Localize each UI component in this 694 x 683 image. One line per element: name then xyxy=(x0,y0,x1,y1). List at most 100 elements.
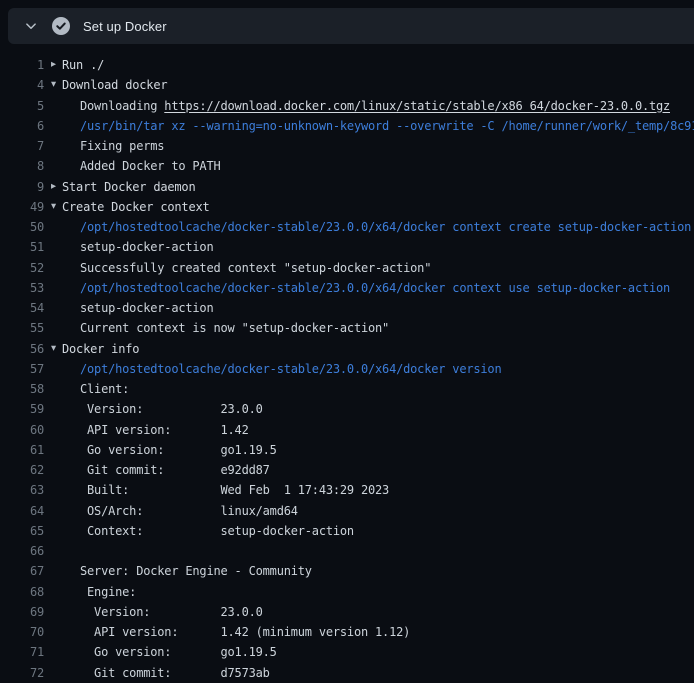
triangle-down-icon[interactable]: ▼ xyxy=(51,343,62,353)
log-group-header[interactable]: ▼Download docker xyxy=(51,78,167,92)
log-plain-text: Server: Docker Engine - Community xyxy=(80,564,312,578)
log-line: 49 ▼Create Docker context xyxy=(0,197,694,217)
log-plain-text: Successfully created context "setup-dock… xyxy=(80,261,431,275)
log-line: 66 xyxy=(0,541,694,561)
log-plain-text: API version: 1.42 xyxy=(80,423,249,437)
log-line: 50/opt/hostedtoolcache/docker-stable/23.… xyxy=(0,217,694,237)
log-command-text: /opt/hostedtoolcache/docker-stable/23.0.… xyxy=(80,220,694,234)
log-plain-text: Fixing perms xyxy=(80,139,164,153)
log-group-title: Download docker xyxy=(62,78,167,92)
line-number[interactable]: 4 xyxy=(0,78,44,92)
log-line: 70 API version: 1.42 (minimum version 1.… xyxy=(0,622,694,642)
log-line: 5 Downloading https://download.docker.com… xyxy=(0,96,694,116)
log-line-text: Context: setup-docker-action xyxy=(80,524,354,538)
triangle-down-icon[interactable]: ▼ xyxy=(51,80,62,90)
log-line-text: Version: 23.0.0 xyxy=(80,402,263,416)
line-number[interactable]: 54 xyxy=(0,301,44,315)
log-plain-text: Context: setup-docker-action xyxy=(80,524,354,538)
log-line: 63 Built: Wed Feb 1 17:43:29 2023 xyxy=(0,480,694,500)
log-line: 64 OS/Arch: linux/amd64 xyxy=(0,501,694,521)
log-line: 57/opt/hostedtoolcache/docker-stable/23.… xyxy=(0,359,694,379)
log-line: 4 ▼Download docker xyxy=(0,75,694,95)
log-group-header[interactable]: ▶Start Docker daemon xyxy=(51,180,195,194)
line-number[interactable]: 52 xyxy=(0,261,44,275)
log-line-text: Version: 23.0.0 xyxy=(80,605,263,619)
log-line: 62 Git commit: e92dd87 xyxy=(0,460,694,480)
line-number[interactable]: 58 xyxy=(0,382,44,396)
line-number[interactable]: 65 xyxy=(0,524,44,538)
log-line: 59 Version: 23.0.0 xyxy=(0,399,694,419)
line-number[interactable]: 61 xyxy=(0,443,44,457)
log-group-header[interactable]: ▶Run ./ xyxy=(51,58,104,72)
log-group-header[interactable]: ▼Create Docker context xyxy=(51,200,210,214)
log-line-text: Go version: go1.19.5 xyxy=(80,443,277,457)
log-line: 69 Version: 23.0.0 xyxy=(0,602,694,622)
log-plain-text: setup-docker-action xyxy=(80,240,213,254)
line-number[interactable]: 62 xyxy=(0,463,44,477)
log-line-text: setup-docker-action xyxy=(80,301,213,315)
line-number[interactable]: 63 xyxy=(0,483,44,497)
log-line-text: Successfully created context "setup-dock… xyxy=(80,261,431,275)
log-container: 1▶Run ./4▼Download docker5Downloading ht… xyxy=(0,44,694,683)
log-line-text: API version: 1.42 (minimum version 1.12) xyxy=(80,625,410,639)
chevron-down-icon[interactable] xyxy=(24,19,38,33)
triangle-right-icon[interactable]: ▶ xyxy=(51,60,62,70)
log-plain-text: Engine: xyxy=(80,585,136,599)
log-line-text: OS/Arch: linux/amd64 xyxy=(80,504,298,518)
log-url-link[interactable]: https://download.docker.com/linux/static… xyxy=(164,99,670,113)
log-command-text: /opt/hostedtoolcache/docker-stable/23.0.… xyxy=(80,362,501,376)
log-line: 51 setup-docker-action xyxy=(0,237,694,257)
log-group-title: Create Docker context xyxy=(62,200,210,214)
log-line-text: /opt/hostedtoolcache/docker-stable/23.0.… xyxy=(80,362,501,376)
line-number[interactable]: 66 xyxy=(0,544,44,558)
log-plain-text: Client: xyxy=(80,382,129,396)
step-header[interactable]: Set up Docker xyxy=(8,8,694,44)
log-plain-text: Downloading xyxy=(80,99,164,113)
triangle-right-icon[interactable]: ▶ xyxy=(51,181,62,191)
line-number[interactable]: 5 xyxy=(0,99,44,113)
line-number[interactable]: 71 xyxy=(0,645,44,659)
line-number[interactable]: 70 xyxy=(0,625,44,639)
log-line-text: /usr/bin/tar xz --warning=no-unknown-key… xyxy=(80,119,694,133)
log-line-text: setup-docker-action xyxy=(80,240,213,254)
line-number[interactable]: 51 xyxy=(0,240,44,254)
log-line-text: Go version: go1.19.5 xyxy=(80,645,277,659)
log-line-text: Git commit: e92dd87 xyxy=(80,463,270,477)
log-line-text: Built: Wed Feb 1 17:43:29 2023 xyxy=(80,483,389,497)
log-line: 1 ▶Run ./ xyxy=(0,55,694,75)
line-number[interactable]: 49 xyxy=(0,200,44,214)
line-number[interactable]: 64 xyxy=(0,504,44,518)
log-line: 67 Server: Docker Engine - Community xyxy=(0,561,694,581)
line-number[interactable]: 56 xyxy=(0,342,44,356)
log-group-header[interactable]: ▼Docker info xyxy=(51,342,139,356)
log-plain-text: Git commit: e92dd87 xyxy=(80,463,270,477)
log-line-text: Current context is now "setup-docker-act… xyxy=(80,321,389,335)
log-line: 9 ▶Start Docker daemon xyxy=(0,177,694,197)
log-line: 68 Engine: xyxy=(0,582,694,602)
line-number[interactable]: 68 xyxy=(0,585,44,599)
log-command-text: /usr/bin/tar xz --warning=no-unknown-key… xyxy=(80,119,694,133)
log-line: 65 Context: setup-docker-action xyxy=(0,521,694,541)
log-line-text: Client: xyxy=(80,382,129,396)
line-number[interactable]: 53 xyxy=(0,281,44,295)
log-plain-text: setup-docker-action xyxy=(80,301,213,315)
log-group-title: Start Docker daemon xyxy=(62,180,195,194)
line-number[interactable]: 50 xyxy=(0,220,44,234)
line-number[interactable]: 67 xyxy=(0,564,44,578)
triangle-down-icon[interactable]: ▼ xyxy=(51,201,62,211)
line-number[interactable]: 9 xyxy=(0,180,44,194)
log-line: 7 Fixing perms xyxy=(0,136,694,156)
line-number[interactable]: 57 xyxy=(0,362,44,376)
line-number[interactable]: 6 xyxy=(0,119,44,133)
log-line: 8Added Docker to PATH xyxy=(0,156,694,176)
line-number[interactable]: 60 xyxy=(0,423,44,437)
line-number[interactable]: 59 xyxy=(0,402,44,416)
line-number[interactable]: 55 xyxy=(0,321,44,335)
line-number[interactable]: 8 xyxy=(0,159,44,173)
line-number[interactable]: 69 xyxy=(0,605,44,619)
line-number[interactable]: 72 xyxy=(0,666,44,680)
line-number[interactable]: 7 xyxy=(0,139,44,153)
log-line: 72 Git commit: d7573ab xyxy=(0,663,694,683)
line-number[interactable]: 1 xyxy=(0,58,44,72)
log-plain-text: Current context is now "setup-docker-act… xyxy=(80,321,389,335)
